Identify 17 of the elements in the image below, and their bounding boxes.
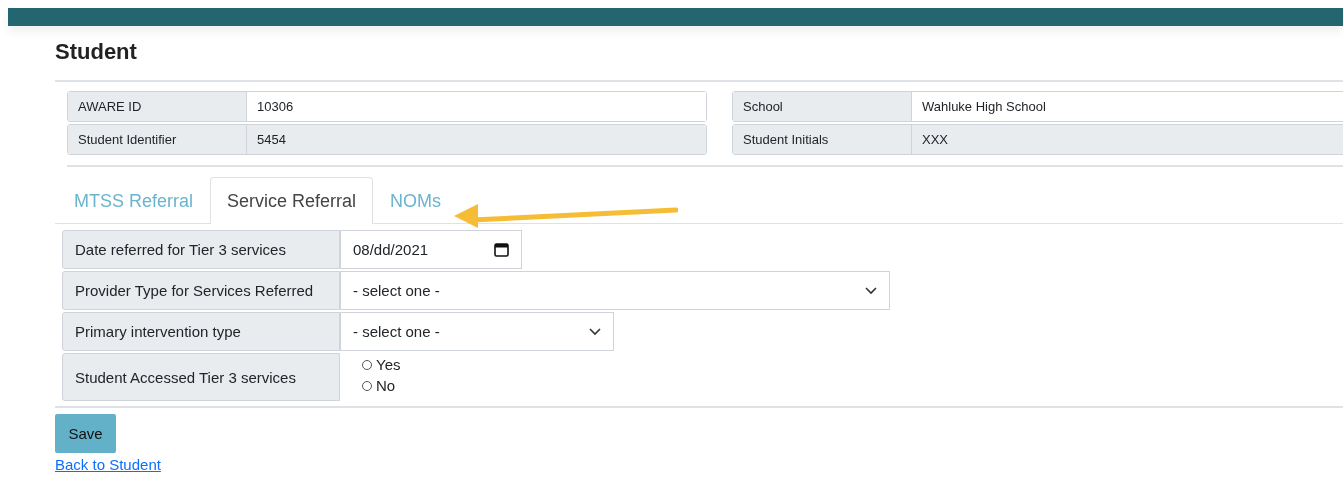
field-label: Primary intervention type (62, 312, 340, 351)
dropdown[interactable]: - select one - (340, 312, 614, 351)
chevron-down-icon (589, 327, 601, 336)
dropdown[interactable]: - select one - (340, 271, 890, 310)
field-label: Date referred for Tier 3 services (62, 230, 340, 269)
tab[interactable]: Service Referral (210, 177, 374, 224)
chevron-down-icon (865, 286, 877, 295)
back-link[interactable]: Back to Student (55, 456, 161, 473)
save-button[interactable]: Save (55, 414, 116, 453)
page-title: Student (55, 38, 137, 66)
date-field[interactable]: 08/dd/2021 (340, 230, 522, 269)
radio-label: No (376, 377, 396, 394)
field-label: Student Accessed Tier 3 services (62, 353, 340, 401)
field-label: Provider Type for Services Referred (62, 271, 340, 310)
calendar-icon (494, 242, 509, 257)
radio-label: Yes (376, 356, 401, 373)
arrow-icon (454, 204, 678, 228)
